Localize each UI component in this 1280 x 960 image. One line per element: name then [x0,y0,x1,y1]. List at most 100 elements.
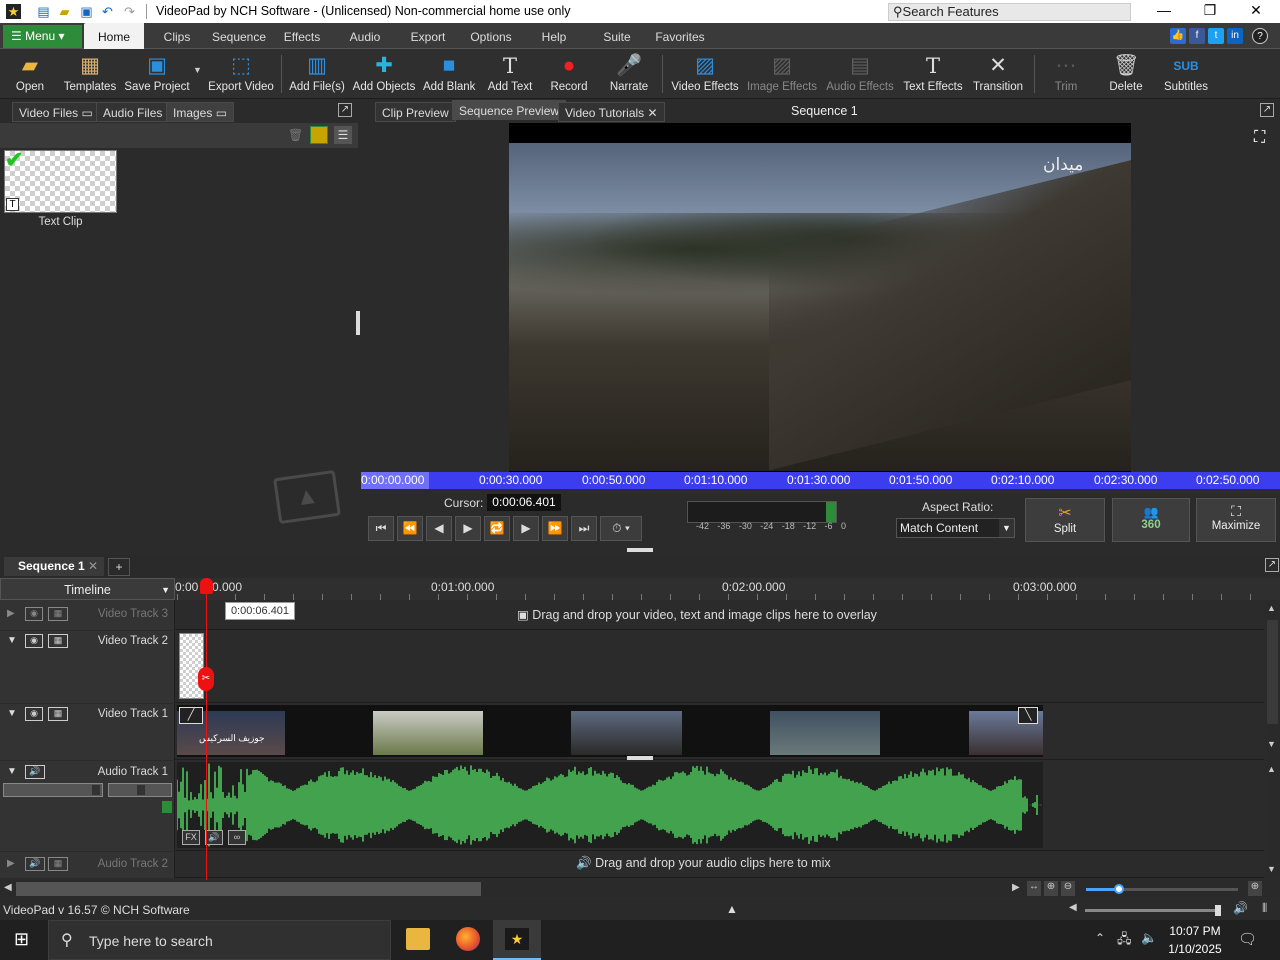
tab-audio-files[interactable]: Audio Files [96,102,170,122]
narrate-button[interactable]: 🎤 Narrate [604,49,654,99]
zoom-out-icon[interactable]: ⊖ [1061,881,1075,896]
transition-button[interactable]: ✕ Transition [970,49,1026,99]
zoom-slider[interactable] [1086,884,1238,894]
collapse-arrow-icon[interactable]: ▼ [7,708,17,719]
go-to-start-button[interactable]: ⏮ [368,516,394,541]
pan-slider[interactable] [108,783,172,797]
tab-help[interactable]: Help [536,23,572,49]
add-text-button[interactable]: T Add Text [484,49,536,99]
fit-timeline-icon[interactable]: ↔ [1027,881,1041,896]
track-options-icon[interactable]: ▦ [48,634,68,648]
network-icon[interactable]: 🖧 [1117,930,1132,952]
redo-icon[interactable]: ↷ [122,4,137,19]
tab-clip-preview[interactable]: Clip Preview [375,102,456,122]
save-project-button[interactable]: ▣ Save Project [124,49,190,99]
tab-video-tutorials[interactable]: Video Tutorials ✕ [558,102,665,122]
tab-clips[interactable]: Clips [157,23,197,49]
track-options-icon[interactable]: ▦ [48,857,68,871]
add-objects-button[interactable]: ✚ Add Objects [351,49,417,99]
zoom-fit-icon[interactable]: ⊕ [1044,881,1058,896]
tab-audio[interactable]: Audio [344,23,386,49]
split-button[interactable]: ✂ Split [1025,498,1105,542]
clock-date[interactable]: 1/10/2025 [1162,942,1228,956]
volume-down-icon[interactable]: ◀ [1069,902,1077,913]
expand-arrow-icon[interactable]: ▶ [7,858,15,869]
facebook-icon[interactable]: f [1189,28,1205,44]
maximize-button[interactable]: ⛶ Maximize [1196,498,1276,542]
close-tab-icon[interactable]: ✕ [648,106,658,120]
360-button[interactable]: 👥 360 [1112,498,1190,542]
show-hidden-icons-icon[interactable]: ⌃ [1095,931,1105,945]
export-video-button[interactable]: ⬚ Export Video [206,49,276,99]
preview-timeline-ruler[interactable]: 0:00:00.000 0:00:30.000 0:00:50.000 0:01… [361,472,1280,489]
save-quick-icon[interactable]: ▣ [79,4,94,19]
new-project-icon[interactable]: ▤ [36,4,51,19]
splitter-handle[interactable] [627,548,653,552]
undock-panel-icon[interactable]: ↗ [338,103,352,117]
timeline-mode-select[interactable]: Timeline ▼ [0,578,175,600]
notifications-icon[interactable]: 🗨 [1238,930,1257,948]
volume-icon[interactable]: 🔊 [1233,901,1248,915]
eye-icon[interactable]: ◉ [25,707,43,721]
open-project-icon[interactable]: ▰ [57,4,72,19]
firefox-icon[interactable] [456,927,480,951]
expand-arrow-icon[interactable]: ▶ [7,608,15,619]
delete-button[interactable]: 🗑 Delete [1104,49,1148,99]
cursor-time-value[interactable]: 0:00:06.401 [487,494,561,511]
step-back-button[interactable]: ◀ [426,516,452,541]
linkedin-icon[interactable]: in [1227,28,1243,44]
step-forward-button[interactable]: ▶ [513,516,539,541]
close-sequence-icon[interactable]: ✕ [88,559,98,573]
volume-slider[interactable] [3,783,103,797]
save-dropdown-arrow-icon[interactable]: ▼ [193,65,202,75]
go-to-end-button[interactable]: ⏭ [571,516,597,541]
fullscreen-icon[interactable]: ⛶ [1254,129,1265,147]
timeline-horizontal-scrollbar[interactable]: ◀ ▶ ↔ ⊕ ⊖ ⊕ [0,880,1280,898]
collapse-arrow-icon[interactable]: ▼ [7,635,17,646]
tab-video-files[interactable]: Video Files ▭ [12,102,100,122]
track-splitter-handle[interactable] [627,756,653,760]
twitter-icon[interactable]: t [1208,28,1224,44]
speaker-icon[interactable]: 🔊 [25,765,45,779]
image-effects-button[interactable]: ▨ Image Effects [746,49,818,99]
scroll-down-icon[interactable]: ▼ [1267,864,1276,874]
scroll-up-icon[interactable]: ▲ [1267,603,1276,613]
restore-button[interactable]: ❐ [1187,0,1233,23]
windows-start-icon[interactable]: ⊞ [14,929,29,950]
clock-time[interactable]: 10:07 PM [1162,924,1228,938]
text-effects-button[interactable]: T Text Effects [900,49,966,99]
undo-icon[interactable]: ↶ [100,4,115,19]
horizontal-scroll-thumb[interactable] [16,882,481,896]
scroll-down-icon[interactable]: ▼ [1267,739,1276,749]
minimize-button[interactable]: — [1141,0,1187,23]
menu-button[interactable]: ☰ Menu ▾ [3,25,82,48]
playback-speed-button[interactable]: ⏱ ▾ [600,516,642,541]
expand-panel-icon[interactable]: ▲ [726,902,738,916]
collapse-arrow-icon[interactable]: ▼ [7,766,17,777]
tab-home[interactable]: Home [84,23,144,49]
video-effects-button[interactable]: ▨ Video Effects [670,49,740,99]
aspect-ratio-select[interactable]: Match Content ▼ [896,518,1015,538]
loop-button[interactable]: 🔁 [484,516,510,541]
subtitles-button[interactable]: SUB Subtitles [1160,49,1212,99]
help-icon[interactable]: ? [1252,28,1268,44]
text-clip-thumbnail[interactable]: ✔ T [4,147,117,213]
play-button[interactable]: ▶ [455,516,481,541]
audio-volume-icon[interactable]: 🔊 [205,830,223,845]
next-clip-button[interactable]: ⏩ [542,516,568,541]
scroll-left-icon[interactable]: ◀ [4,882,12,893]
split-marker-icon[interactable]: ✂ [198,667,214,691]
scroll-up-icon[interactable]: ▲ [1267,764,1276,774]
add-blank-button[interactable]: ■ Add Blank [423,49,475,99]
undock-preview-icon[interactable]: ↗ [1260,103,1274,117]
undock-timeline-icon[interactable]: ↗ [1265,558,1279,572]
transition-start-icon[interactable]: ╱ [179,707,203,724]
file-explorer-icon[interactable] [406,928,430,950]
tab-images[interactable]: Images ▭ [166,102,235,122]
new-bin-icon[interactable] [310,126,328,144]
speaker-tray-icon[interactable]: 🔈 [1141,930,1157,946]
add-sequence-button[interactable]: + [108,558,130,576]
taskbar-search-box[interactable]: ⚲ Type here to search [48,920,391,960]
timeline-vertical-scrollbar[interactable]: ▲ ▼ ▲ ▼ [1265,600,1280,878]
add-files-button[interactable]: ▥ Add File(s) [289,49,345,99]
